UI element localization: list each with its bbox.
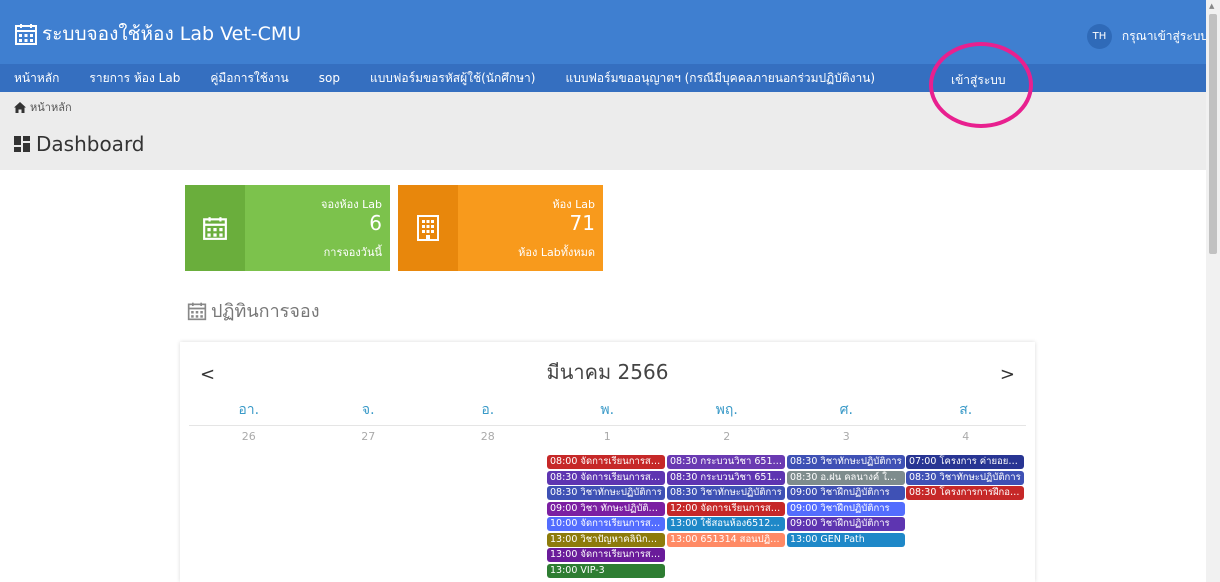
weekday-label: ศ. — [839, 402, 853, 418]
avatar: TH — [1086, 24, 1112, 49]
user-menu[interactable]: TH กรุณาเข้าสู่ระบบ — [1086, 24, 1208, 49]
building-icon — [417, 215, 439, 241]
date-cell[interactable]: 3 — [787, 426, 907, 448]
login-prompt[interactable]: กรุณาเข้าสู่ระบบ — [1122, 27, 1208, 46]
card-subtitle: การจองวันนี้ — [323, 246, 382, 259]
weekday-label: อ. — [481, 402, 495, 418]
date-cell[interactable]: 2 — [667, 426, 787, 448]
section-title-text: ปฏิทินการจอง — [211, 301, 320, 322]
page-title-text: Dashboard — [36, 132, 145, 156]
calendar-event[interactable]: 12:00 จัดการเรียนการสอน — [667, 501, 785, 516]
calendar-event[interactable]: 13:00 VIP-3 — [547, 563, 665, 578]
next-month-button[interactable]: > — [1000, 364, 1015, 385]
date-cell[interactable]: 1 — [548, 426, 668, 448]
scroll-up-icon[interactable]: ▲ — [1209, 2, 1214, 10]
nav-item-lab-list[interactable]: รายการ ห้อง Lab — [89, 69, 180, 88]
calendar-event[interactable]: 08:30 วิชาทักษะปฏิบัติการ — [667, 486, 785, 500]
date-cell[interactable]: 27 — [309, 426, 429, 448]
date-cell[interactable]: 4 — [906, 426, 1026, 448]
date-row: 26 27 28 1 2 3 4 — [189, 426, 1026, 448]
calendar-grid: อา. จ. อ. พ. พฤ. ศ. ส. 26 27 28 1 2 3 4 — [189, 396, 1026, 448]
top-bar: ระบบจองใช้ห้อง Lab Vet-CMU TH กรุณาเข้าส… — [0, 0, 1220, 64]
weekday-label: พ. — [600, 402, 615, 418]
calendar-icon — [187, 302, 207, 320]
calendar-event[interactable]: 08:30 วิชาทักษะปฏิบัติการ — [906, 470, 1024, 485]
main-content: จองห้อง Lab 6 การจองวันนี้ ห้อง Lab 71 ห… — [0, 170, 1206, 582]
home-icon — [14, 101, 26, 113]
breadcrumb-home[interactable]: หน้าหลัก — [30, 98, 72, 116]
weekday-label: พฤ. — [715, 402, 738, 418]
dashboard-icon — [14, 136, 30, 152]
calendar-event[interactable]: 13:00 ใช้สอนห้อง651212 — [667, 517, 785, 531]
booking-today-card[interactable]: จองห้อง Lab 6 การจองวันนี้ — [185, 185, 390, 271]
nav-item-permission-form[interactable]: แบบฟอร์มขออนุญาตฯ (กรณีมีบุคคลภายนอกร่วม… — [565, 69, 875, 88]
app-brand[interactable]: ระบบจองใช้ห้อง Lab Vet-CMU — [14, 19, 301, 49]
card-value: 71 — [569, 211, 595, 235]
weekday-label: จ. — [361, 402, 375, 418]
breadcrumb: หน้าหลัก — [14, 98, 72, 116]
scroll-thumb[interactable] — [1209, 14, 1217, 254]
card-icon-box — [398, 185, 458, 271]
calendar-icon — [15, 24, 37, 45]
calendar-event[interactable]: 08:30 กระบวนวิชา 651512 — [667, 455, 785, 469]
calendar-event[interactable]: 08:30 กระบวนวิชา 651512 — [667, 470, 785, 485]
calendar-event[interactable]: 08:00 จัดการเรียนการสอน — [547, 455, 665, 469]
calendar-event[interactable]: 13:00 วิชาปัญหาคลินิกสัตว์ — [547, 532, 665, 547]
weekday-label: อา. — [238, 402, 260, 418]
weekday-label: ส. — [959, 402, 973, 418]
calendar-icon — [203, 217, 227, 240]
calendar-event[interactable]: 13:00 651314 สอนปฏิบัติ — [667, 532, 785, 547]
calendar-event[interactable]: 08:30 จัดการเรียนการสอน — [547, 470, 665, 485]
booking-calendar: < มีนาคม 2566 > อา. จ. อ. พ. พฤ. ศ. ส. 2… — [180, 342, 1035, 582]
card-icon-box — [185, 185, 245, 271]
calendar-event[interactable]: 08:30 โครงการการฝึกอบรม — [906, 486, 1024, 500]
nav-item-home[interactable]: หน้าหลัก — [14, 69, 59, 88]
scrollbar[interactable]: ▲ — [1206, 0, 1220, 582]
calendar-event[interactable]: 09:00 วิชา ทักษะปฏิบัติการ — [547, 501, 665, 516]
calendar-event[interactable]: 09:00 วิชาฝึกปฏิบัติการ — [787, 517, 905, 531]
total-labs-card[interactable]: ห้อง Lab 71 ห้อง Labทั้งหมด — [398, 185, 603, 271]
page-title: Dashboard — [14, 132, 145, 156]
calendar-event[interactable]: 13:00 GEN Path — [787, 532, 905, 547]
weekday-header: อา. จ. อ. พ. พฤ. ศ. ส. — [189, 396, 1026, 426]
calendar-event[interactable]: 13:00 จัดการเรียนการสอน — [547, 548, 665, 562]
nav-item-manual[interactable]: คู่มือการใช้งาน — [210, 69, 288, 88]
calendar-event[interactable]: 09:00 วิชาฝึกปฏิบัติการ — [787, 501, 905, 516]
card-subtitle: ห้อง Labทั้งหมด — [518, 246, 595, 259]
nav-item-sop[interactable]: sop — [319, 71, 340, 85]
calendar-event[interactable]: 08:30 อ.ฝน คลนางค์ ใช้ห้อง — [787, 470, 905, 485]
calendar-event[interactable]: 08:30 วิชาทักษะปฏิบัติการ — [547, 486, 665, 500]
date-cell[interactable]: 28 — [428, 426, 548, 448]
calendar-event[interactable]: 09:00 วิชาฝึกปฏิบัติการ — [787, 486, 905, 500]
calendar-event[interactable]: 07:00 โครงการ ค่ายอยากเป็นสัตวแพทย์ — [906, 455, 1024, 469]
date-cell[interactable]: 26 — [189, 426, 309, 448]
calendar-section-title: ปฏิทินการจอง — [187, 296, 320, 325]
calendar-event[interactable]: 10:00 จัดการเรียนการสอน — [547, 517, 665, 531]
nav-item-student-form[interactable]: แบบฟอร์มขอรหัสผู้ใช้(นักศึกษา) — [370, 69, 536, 88]
main-nav: หน้าหลัก รายการ ห้อง Lab คู่มือการใช้งาน… — [0, 64, 1206, 92]
nav-item-login[interactable]: เข้าสู่ระบบ — [951, 71, 1006, 90]
app-title: ระบบจองใช้ห้อง Lab Vet-CMU — [42, 23, 302, 45]
calendar-event[interactable]: 08:30 วิชาทักษะปฏิบัติการ — [787, 455, 905, 469]
card-value: 6 — [369, 211, 382, 235]
calendar-month: มีนาคม 2566 — [546, 360, 669, 384]
